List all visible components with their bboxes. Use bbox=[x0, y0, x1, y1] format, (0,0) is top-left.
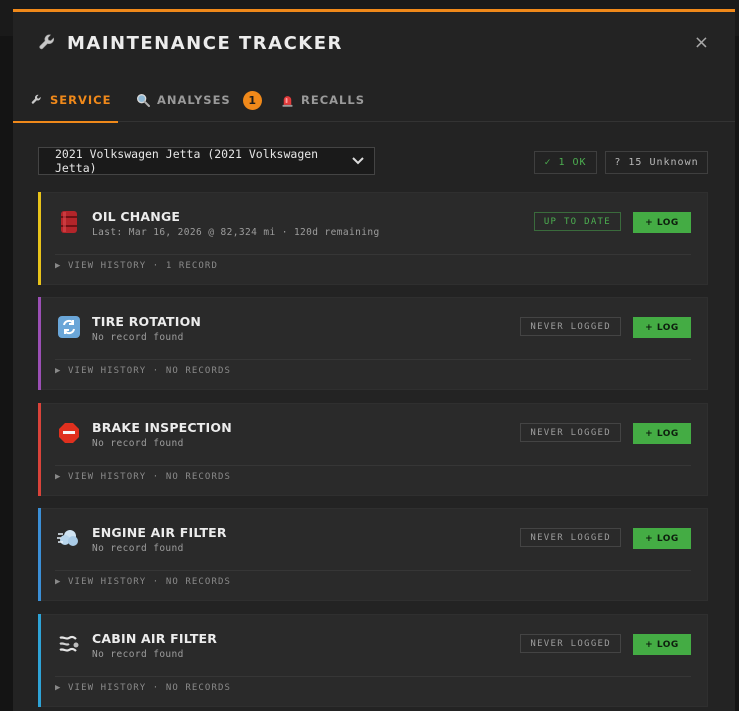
modal-title: MAINTENANCE TRACKER bbox=[67, 32, 343, 54]
card-divider bbox=[55, 254, 691, 255]
analyses-count-badge: 1 bbox=[242, 90, 262, 110]
service-last-record: No record found bbox=[92, 438, 184, 449]
service-name: BRAKE INSPECTION bbox=[92, 420, 232, 435]
log-button[interactable]: + LOG bbox=[633, 212, 691, 233]
tab-recalls-label: RECALLS bbox=[301, 93, 365, 107]
alarm-light-icon bbox=[282, 95, 293, 107]
modal-title-group: MAINTENANCE TRACKER bbox=[37, 32, 343, 54]
card-divider bbox=[55, 676, 691, 677]
card-accent-bar bbox=[38, 192, 41, 285]
card-divider bbox=[55, 359, 691, 360]
service-last-record: No record found bbox=[92, 332, 184, 343]
status-badge: UP TO DATE bbox=[533, 212, 621, 231]
status-badge: NEVER LOGGED bbox=[520, 423, 621, 442]
service-name: TIRE ROTATION bbox=[92, 314, 202, 329]
view-history-toggle[interactable]: ▶ VIEW HISTORY · NO RECORDS bbox=[55, 472, 231, 482]
log-button[interactable]: + LOG bbox=[633, 634, 691, 655]
maintenance-modal: MAINTENANCE TRACKER × SERVICE ANALYSES 1 bbox=[13, 9, 735, 711]
service-last-record: No record found bbox=[92, 543, 184, 554]
tab-service-label: SERVICE bbox=[50, 93, 112, 107]
service-card-engine-air-filter: ENGINE AIR FILTER No record found NEVER … bbox=[38, 508, 708, 601]
view-history-toggle[interactable]: ▶ VIEW HISTORY · NO RECORDS bbox=[55, 577, 231, 587]
air-puff-icon bbox=[57, 530, 78, 546]
chevron-down-icon bbox=[352, 154, 364, 168]
status-badge: NEVER LOGGED bbox=[520, 317, 621, 336]
service-name: ENGINE AIR FILTER bbox=[92, 525, 227, 540]
tab-analyses[interactable]: ANALYSES 1 bbox=[135, 78, 262, 122]
magnifier-icon bbox=[137, 94, 150, 107]
status-badge: NEVER LOGGED bbox=[520, 634, 621, 653]
log-button[interactable]: + LOG bbox=[633, 423, 691, 444]
tab-recalls[interactable]: RECALLS bbox=[280, 78, 365, 122]
card-divider bbox=[55, 570, 691, 571]
service-last-record: Last: Mar 16, 2026 @ 82,324 mi · 120d re… bbox=[92, 227, 380, 238]
ok-count-pill[interactable]: ✓ 1 OK bbox=[534, 151, 597, 174]
tab-service[interactable]: SERVICE bbox=[13, 78, 118, 123]
wrench-icon bbox=[31, 94, 41, 104]
vehicle-select[interactable]: 2021 Volkswagen Jetta (2021 Volkswagen J… bbox=[38, 147, 375, 175]
service-card-brake-inspection: BRAKE INSPECTION No record found NEVER L… bbox=[38, 403, 708, 496]
tab-analyses-label: ANALYSES bbox=[157, 93, 231, 107]
card-accent-bar bbox=[38, 297, 41, 390]
modal-header: MAINTENANCE TRACKER × bbox=[13, 12, 735, 78]
service-card-tire-rotation: TIRE ROTATION No record found NEVER LOGG… bbox=[38, 297, 708, 390]
service-name: CABIN AIR FILTER bbox=[92, 631, 218, 646]
tab-bar: SERVICE ANALYSES 1 RECALLS bbox=[13, 78, 735, 123]
active-tab-indicator bbox=[13, 121, 118, 123]
wind-icon bbox=[59, 635, 79, 652]
log-button[interactable]: + LOG bbox=[633, 317, 691, 338]
card-accent-bar bbox=[38, 614, 41, 707]
service-last-record: No record found bbox=[92, 649, 184, 660]
stop-sign-icon bbox=[59, 423, 79, 443]
vehicle-select-value: 2021 Volkswagen Jetta (2021 Volkswagen J… bbox=[55, 147, 319, 175]
view-history-toggle[interactable]: ▶ VIEW HISTORY · NO RECORDS bbox=[55, 366, 231, 376]
status-badge: NEVER LOGGED bbox=[520, 528, 621, 547]
rotate-arrows-icon bbox=[58, 316, 80, 338]
oil-barrel-icon bbox=[61, 211, 77, 233]
service-card-oil-change: OIL CHANGE Last: Mar 16, 2026 @ 82,324 m… bbox=[38, 192, 708, 285]
wrench-icon bbox=[39, 34, 54, 50]
service-card-cabin-air-filter: CABIN AIR FILTER No record found NEVER L… bbox=[38, 614, 708, 707]
view-history-toggle[interactable]: ▶ VIEW HISTORY · NO RECORDS bbox=[55, 683, 231, 693]
view-history-toggle[interactable]: ▶ VIEW HISTORY · 1 RECORD bbox=[55, 261, 218, 271]
card-divider bbox=[55, 465, 691, 466]
unknown-count-pill[interactable]: ? 15 Unknown bbox=[605, 151, 708, 174]
service-name: OIL CHANGE bbox=[92, 209, 181, 224]
close-button[interactable]: × bbox=[694, 32, 709, 53]
log-button[interactable]: + LOG bbox=[633, 528, 691, 549]
card-accent-bar bbox=[38, 403, 41, 496]
card-accent-bar bbox=[38, 508, 41, 601]
